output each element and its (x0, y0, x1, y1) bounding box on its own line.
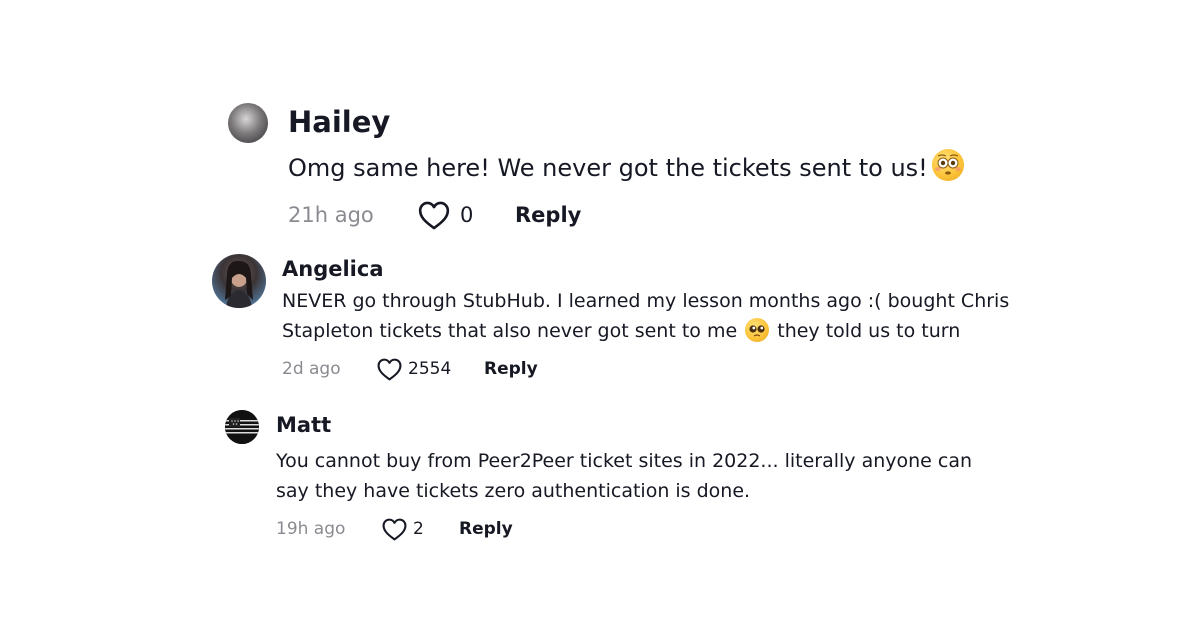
comment-text: Omg same here! We never got the tickets … (288, 149, 964, 183)
flushed-face-emoji-icon (931, 149, 964, 181)
like-button[interactable]: 0 (418, 201, 515, 230)
reply-button[interactable]: Reply (459, 519, 513, 539)
comment-meta: 2d ago 2554 Reply (282, 356, 1012, 382)
comment-timestamp: 19h ago (276, 519, 346, 539)
comment-text: NEVER go through StubHub. I learned my l… (282, 286, 1012, 346)
comment-text: You cannot buy from Peer2Peer ticket sit… (276, 450, 973, 502)
like-count: 2 (413, 519, 424, 539)
like-count: 0 (460, 203, 474, 227)
comment-meta: 21h ago 0 Reply (288, 201, 964, 229)
avatar[interactable] (212, 254, 266, 308)
heart-outline-icon[interactable] (382, 518, 407, 541)
comment-timestamp: 21h ago (288, 203, 374, 227)
reply-button[interactable]: Reply (515, 203, 581, 227)
comment-text-continuation: they told us to turn (777, 320, 961, 342)
comment-text-content: Omg same here! We never got the tickets … (288, 154, 928, 182)
comment-item: Hailey Omg same here! We never got the t… (228, 103, 964, 229)
comment-timestamp: 2d ago (282, 359, 341, 379)
comment-author[interactable]: Hailey (288, 103, 964, 141)
like-button[interactable]: 2554 (377, 358, 484, 381)
like-count: 2554 (408, 359, 452, 379)
comment-author[interactable]: Matt (276, 410, 1006, 440)
comment-item: Angelica NEVER go through StubHub. I lea… (212, 254, 1012, 382)
avatar[interactable] (228, 103, 268, 143)
like-button[interactable]: 2 (382, 518, 459, 541)
reply-button[interactable]: Reply (484, 359, 538, 379)
avatar[interactable] (225, 410, 259, 444)
comment-meta: 19h ago 2 Reply (276, 516, 1006, 542)
comment-item: Matt You cannot buy from Peer2Peer ticke… (225, 410, 1006, 542)
heart-outline-icon[interactable] (377, 358, 402, 381)
pleading-face-emoji-icon (745, 318, 770, 342)
heart-outline-icon[interactable] (418, 201, 450, 230)
comment-author[interactable]: Angelica (282, 254, 1012, 284)
